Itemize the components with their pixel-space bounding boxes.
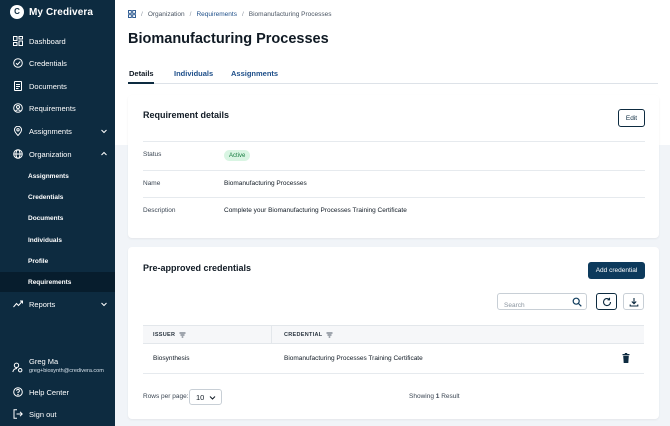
sidebar-item-help-center[interactable]: Help Center	[0, 382, 115, 402]
requirements-badge-icon	[12, 103, 23, 114]
active-tab-indicator	[128, 82, 154, 84]
sidebar-subitem-documents[interactable]: Documents	[0, 208, 115, 228]
credential-cell: Biomanufacturing Processes Training Cert…	[284, 355, 423, 362]
sidebar-item-credentials[interactable]: Credentials	[0, 53, 115, 73]
breadcrumb-separator: /	[241, 10, 244, 18]
chevron-up-icon	[101, 151, 107, 156]
status-badge: Active	[224, 150, 251, 161]
filter-icon[interactable]	[179, 332, 186, 338]
user-email: greg+biosynth@credivera.com	[29, 368, 104, 374]
download-button[interactable]	[623, 293, 644, 310]
trash-icon[interactable]	[622, 353, 630, 363]
chevron-down-icon	[209, 396, 216, 400]
sidebar-subitem-assignments[interactable]: Assignments	[0, 166, 115, 186]
sidebar-item-dashboard[interactable]: Dashboard	[0, 31, 115, 51]
sidebar-item-sign-out[interactable]: Sign out	[0, 404, 115, 424]
sidebar-item-organization[interactable]: Organization	[0, 144, 115, 164]
dashboard-grid-icon	[12, 36, 23, 47]
column-header-credential[interactable]: CREDENTIAL	[284, 332, 333, 338]
description-value: Complete your Biomanufacturing Processes…	[224, 207, 407, 214]
breadcrumb-requirements[interactable]: Requirements	[196, 11, 236, 18]
sidebar-item-label: Requirements	[29, 103, 76, 113]
breadcrumb-current: Biomanufacturing Processes	[248, 10, 332, 18]
sidebar-item-label: Assignments	[29, 126, 72, 136]
sidebar-item-label: Credentials	[29, 58, 67, 68]
app-name: My Credivera	[29, 6, 94, 18]
refresh-button[interactable]	[596, 293, 617, 310]
sidebar-item-label: Help Center	[29, 387, 70, 397]
sidebar-item-label: Organization	[29, 149, 72, 159]
breadcrumb: / Organization / Requirements / Biomanuf…	[128, 10, 332, 18]
sidebar-item-assignments[interactable]: Assignments	[0, 121, 115, 141]
brand[interactable]: C My Credivera	[10, 5, 93, 19]
help-circle-icon	[12, 387, 23, 398]
result-count: Showing 1 Result	[409, 393, 460, 400]
table-row-divider	[143, 373, 644, 374]
home-grid-icon[interactable]	[128, 10, 136, 18]
name-label: Name	[143, 180, 161, 187]
sidebar-item-label: Sign out	[29, 409, 57, 419]
sidebar-item-requirements[interactable]: Requirements	[0, 98, 115, 118]
divider	[143, 141, 645, 142]
breadcrumb-separator: /	[189, 10, 192, 18]
chevron-down-icon	[101, 129, 107, 134]
sidebar-subitem-requirements[interactable]: Requirements	[0, 272, 115, 292]
showing-count: 1	[435, 393, 440, 400]
tab-details[interactable]: Details	[129, 69, 154, 78]
rows-per-page-value: 10	[196, 392, 205, 402]
sidebar-item-label: Documents	[29, 81, 67, 91]
column-header-label: ISSUER	[153, 332, 176, 338]
location-pin-icon	[12, 126, 23, 137]
chevron-down-icon	[101, 302, 107, 307]
rows-per-page-label: Rows per page:	[143, 393, 189, 400]
requirement-details-card: Requirement details Edit Status Active N…	[128, 95, 659, 238]
issuer-cell: Biosynthesis	[153, 355, 190, 362]
globe-icon	[12, 149, 23, 160]
filter-icon[interactable]	[326, 332, 333, 338]
divider	[143, 170, 645, 171]
status-label: Status	[143, 151, 162, 158]
tab-individuals[interactable]: Individuals	[174, 69, 213, 78]
tab-bar: Details Individuals Assignments	[128, 66, 658, 84]
table-header: ISSUER CREDENTIAL	[143, 325, 644, 344]
credivera-logo-icon: C	[10, 5, 24, 19]
sidebar-subitem-profile[interactable]: Profile	[0, 251, 115, 271]
column-divider	[271, 326, 272, 344]
search-input[interactable]	[498, 298, 568, 313]
search-box[interactable]	[497, 293, 587, 313]
sidebar-subitem-individuals[interactable]: Individuals	[0, 230, 115, 250]
sidebar-item-reports[interactable]: Reports	[0, 294, 115, 314]
divider	[143, 197, 645, 198]
download-icon	[629, 297, 638, 307]
column-header-label: CREDENTIAL	[284, 332, 323, 338]
sidebar-subitem-credentials[interactable]: Credentials	[0, 187, 115, 207]
user-profile[interactable]: Greg Ma greg+biosynth@credivera.com	[12, 357, 104, 374]
sidebar-item-label: Dashboard	[29, 36, 66, 46]
refresh-icon	[602, 297, 611, 306]
sidebar: C My Credivera Dashboard Credentials Doc…	[0, 0, 115, 426]
user-settings-icon	[12, 360, 23, 373]
tab-assignments[interactable]: Assignments	[231, 69, 278, 78]
showing-prefix: Showing	[409, 393, 434, 400]
showing-suffix: Result	[441, 393, 460, 400]
check-circle-icon	[12, 58, 23, 69]
sign-out-icon	[12, 409, 23, 420]
name-value: Biomanufacturing Processes	[224, 180, 307, 187]
document-icon	[12, 81, 23, 92]
requirement-details-title: Requirement details	[143, 110, 230, 120]
description-label: Description	[143, 207, 176, 214]
sidebar-item-label: Reports	[29, 299, 56, 309]
trend-chart-icon	[12, 299, 23, 310]
add-credential-button[interactable]: Add credential	[588, 262, 645, 279]
breadcrumb-separator: /	[141, 10, 143, 18]
sidebar-item-documents[interactable]: Documents	[0, 76, 115, 96]
breadcrumb-organization[interactable]: Organization	[148, 11, 185, 18]
rows-per-page-select[interactable]: 10	[189, 389, 222, 405]
page-title: Biomanufacturing Processes	[128, 31, 329, 47]
preapproved-credentials-title: Pre-approved credentials	[143, 263, 252, 273]
user-name: Greg Ma	[29, 357, 59, 366]
column-header-issuer[interactable]: ISSUER	[153, 332, 186, 338]
search-icon[interactable]	[572, 297, 582, 307]
edit-button[interactable]: Edit	[618, 109, 645, 127]
